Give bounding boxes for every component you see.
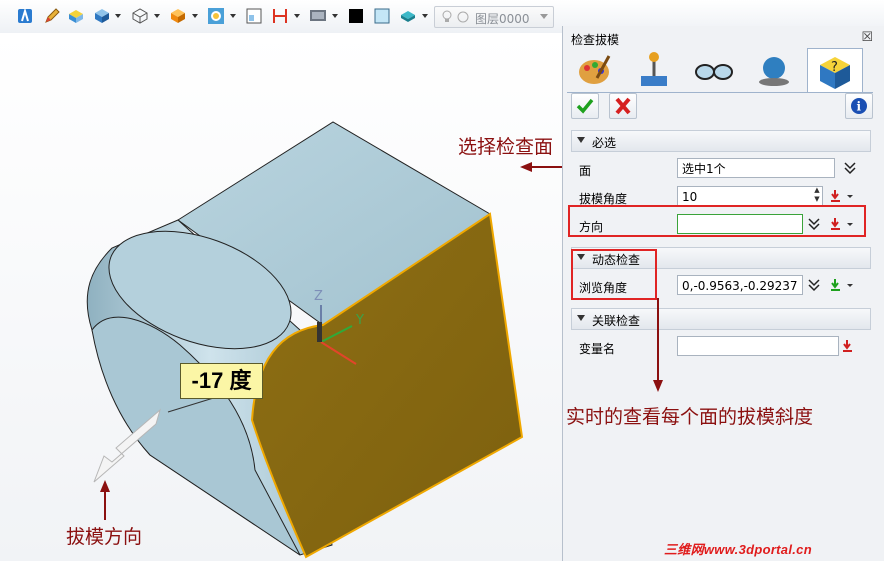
panel-tabs: ? [567, 48, 881, 93]
globe-icon[interactable] [747, 48, 801, 92]
layer-visibility-icon [457, 11, 469, 23]
light-blue-color-icon[interactable] [373, 7, 391, 25]
pick-green-icon[interactable] [829, 277, 855, 293]
section-linked-label: 关联检查 [592, 314, 641, 328]
cube-dropdown[interactable] [192, 14, 198, 18]
close-x-icon [615, 97, 631, 115]
measure-icon[interactable] [271, 7, 289, 25]
check-icon [576, 98, 594, 114]
target-view-icon[interactable] [207, 7, 225, 25]
direction-highlight-box [568, 205, 866, 237]
browse-angle-input[interactable]: 0,-0.9563,-0.29237 [677, 275, 803, 295]
axis-y-label: Y [355, 313, 364, 328]
pick-red-icon[interactable] [829, 188, 855, 204]
svg-text:i: i [857, 100, 862, 114]
orange-cube-icon[interactable] [169, 7, 187, 25]
display-dropdown[interactable] [332, 14, 338, 18]
measure-dropdown[interactable] [294, 14, 300, 18]
panel-title: 检查拔模 [571, 33, 620, 47]
watermark-text: 三维网www.3dportal.cn [664, 542, 812, 557]
face-field[interactable]: 选中1个 [677, 158, 835, 178]
svg-text:?: ? [831, 60, 838, 75]
sketch-icon[interactable] [16, 7, 34, 25]
section-linked[interactable]: 关联检查 [571, 308, 871, 330]
variable-input[interactable] [677, 336, 839, 356]
browse-chevron-icon[interactable] [807, 278, 821, 292]
bulb-icon [442, 10, 452, 22]
variable-pick-icon[interactable] [841, 338, 867, 354]
cancel-button[interactable] [609, 93, 637, 119]
face-label: 面 [579, 164, 592, 178]
angle-spinner[interactable]: ▲ ▼ [811, 186, 823, 206]
grid-view-icon[interactable] [245, 7, 263, 25]
black-color-icon[interactable] [347, 7, 365, 25]
glasses-icon[interactable] [687, 48, 741, 92]
close-icon[interactable]: ☒ [861, 30, 873, 45]
draft-angle-label: -17 度 [180, 363, 263, 399]
ok-button[interactable] [571, 93, 599, 119]
annotation-realtime: 实时的查看每个面的拔模斜度 [566, 406, 814, 428]
pencil-icon[interactable] [43, 7, 61, 25]
arrow-dir-head [100, 480, 110, 492]
double-chevron-down-icon[interactable] [843, 161, 857, 175]
model-scene: Z Y [86, 121, 562, 559]
face-shaded-icon[interactable] [67, 7, 85, 25]
teal-layer-icon[interactable] [399, 7, 417, 25]
solid-box-icon[interactable] [93, 7, 111, 25]
wireframe-dropdown[interactable] [154, 14, 160, 18]
info-icon: i [851, 98, 867, 114]
solid-box-dropdown[interactable] [115, 14, 121, 18]
annotation-select-face: 选择检查面 [458, 136, 554, 158]
palette-icon[interactable] [567, 48, 621, 92]
joystick-icon[interactable] [627, 48, 681, 92]
section-required[interactable]: 必选 [571, 130, 871, 152]
layer-name: 图层0000 [475, 12, 530, 26]
info-button[interactable]: i [845, 93, 873, 119]
layer-selector[interactable]: 图层0000 [434, 6, 554, 28]
arrow-select-head [520, 162, 532, 172]
realtime-arrow [653, 298, 663, 392]
help-cube-icon[interactable]: ? [807, 48, 863, 93]
annotation-draft-direction: 拔模方向 [66, 526, 143, 548]
dynamic-highlight-box [571, 249, 657, 300]
display-mode-icon[interactable] [309, 7, 327, 25]
3d-viewport[interactable]: Z Y -17 度 选择检查面 拔模方向 [0, 33, 562, 561]
wireframe-box-icon[interactable] [131, 7, 149, 25]
layer-style-dropdown[interactable] [422, 14, 428, 18]
collapse-triangle-icon [577, 137, 585, 143]
view-dropdown[interactable] [230, 14, 236, 18]
chevron-down-icon[interactable] [540, 14, 548, 19]
draft-angle-input[interactable]: 10 [677, 186, 823, 206]
section-required-label: 必选 [592, 136, 617, 150]
collapse-triangle-icon [577, 315, 585, 321]
variable-label: 变量名 [579, 342, 616, 356]
axis-z-label: Z [314, 289, 323, 304]
